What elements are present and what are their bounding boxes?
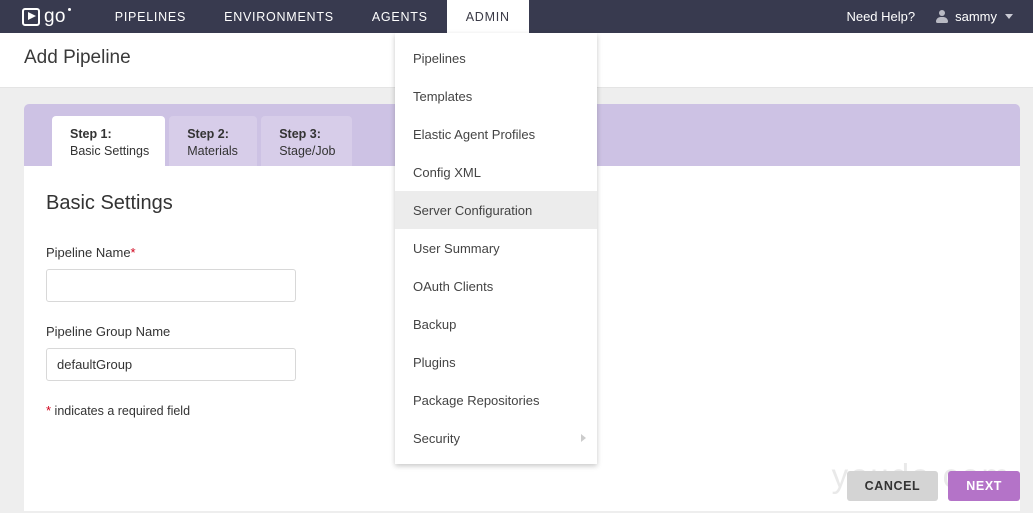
user-menu[interactable]: sammy	[935, 9, 1013, 24]
primary-nav-items: PIPELINES ENVIRONMENTS AGENTS ADMIN	[96, 0, 529, 33]
admin-menu-item-elastic-agent-profiles-label: Elastic Agent Profiles	[413, 126, 536, 142]
page-title: Add Pipeline	[24, 47, 131, 68]
tab-step-2-label: Materials	[187, 143, 238, 158]
pipeline-group-name-input[interactable]	[46, 348, 296, 381]
nav-item-environments[interactable]: ENVIRONMENTS	[205, 0, 353, 33]
nav-item-agents-label: AGENTS	[371, 9, 428, 24]
play-triangle-logo-icon	[22, 7, 40, 26]
chevron-down-icon	[1005, 14, 1013, 19]
admin-menu-item-package-repositories-label: Package Repositories	[413, 392, 540, 408]
admin-menu-item-plugins-label: Plugins	[413, 354, 456, 370]
tab-step-2-number: Step 2:	[187, 127, 229, 141]
admin-menu-item-templates-label: Templates	[413, 88, 473, 104]
tab-step-1-number: Step 1:	[70, 127, 112, 141]
logo-text: go	[44, 5, 71, 27]
admin-menu-item-plugins[interactable]: Plugins	[395, 343, 597, 381]
nav-item-pipelines-label: PIPELINES	[114, 9, 187, 24]
required-note-text: indicates a required field	[51, 404, 191, 418]
admin-menu-item-server-configuration-label: Server Configuration	[413, 202, 533, 218]
admin-menu-item-package-repositories[interactable]: Package Repositories	[395, 381, 597, 419]
admin-dropdown-menu: Pipelines Templates Elastic Agent Profil…	[395, 33, 597, 464]
gocd-logo[interactable]: go	[0, 0, 80, 33]
admin-menu-item-config-xml-label: Config XML	[413, 164, 481, 180]
required-asterisk-icon: *	[130, 245, 136, 260]
nav-right-section: Need Help? sammy	[826, 0, 1033, 33]
admin-menu-item-backup[interactable]: Backup	[395, 305, 597, 343]
tab-step-1-label: Basic Settings	[70, 143, 150, 158]
nav-item-environments-label: ENVIRONMENTS	[224, 9, 334, 24]
cancel-button[interactable]: CANCEL	[846, 471, 939, 501]
admin-menu-item-oauth-clients[interactable]: OAuth Clients	[395, 267, 597, 305]
admin-menu-item-config-xml[interactable]: Config XML	[395, 153, 597, 191]
tab-step-2-materials[interactable]: Step 2: Materials	[169, 116, 258, 166]
nav-item-admin-label: ADMIN	[465, 9, 510, 24]
pipeline-name-input[interactable]	[46, 269, 296, 302]
tab-step-3-label: Stage/Job	[279, 143, 336, 158]
pipeline-name-label-text: Pipeline Name	[46, 245, 131, 260]
top-navigation-bar: go PIPELINES ENVIRONMENTS AGENTS ADMIN N…	[0, 0, 1033, 33]
next-button[interactable]: NEXT	[948, 471, 1020, 501]
admin-menu-item-security[interactable]: Security	[395, 419, 597, 457]
user-avatar-icon	[935, 10, 948, 23]
nav-item-pipelines[interactable]: PIPELINES	[96, 0, 205, 33]
admin-menu-item-backup-label: Backup	[413, 316, 457, 332]
nav-item-admin[interactable]: ADMIN	[446, 0, 529, 33]
tab-step-1-basic-settings[interactable]: Step 1: Basic Settings	[52, 116, 166, 166]
admin-menu-item-elastic-agent-profiles[interactable]: Elastic Agent Profiles	[395, 115, 597, 153]
admin-menu-item-user-summary[interactable]: User Summary	[395, 229, 597, 267]
admin-menu-item-server-configuration[interactable]: Server Configuration	[395, 191, 597, 229]
need-help-link[interactable]: Need Help?	[826, 9, 935, 24]
admin-menu-item-user-summary-label: User Summary	[413, 240, 500, 256]
admin-menu-item-templates[interactable]: Templates	[395, 77, 597, 115]
admin-menu-item-oauth-clients-label: OAuth Clients	[413, 278, 494, 294]
wizard-footer-actions: CANCEL NEXT	[846, 471, 1020, 501]
tab-step-3-stage-job[interactable]: Step 3: Stage/Job	[261, 116, 352, 166]
admin-menu-item-pipelines[interactable]: Pipelines	[395, 39, 597, 77]
admin-menu-item-pipelines-label: Pipelines	[413, 50, 466, 66]
tab-step-3-number: Step 3:	[279, 127, 321, 141]
nav-item-agents[interactable]: AGENTS	[353, 0, 447, 33]
admin-menu-item-security-label: Security	[413, 430, 460, 446]
chevron-right-icon	[581, 434, 586, 442]
user-name-label: sammy	[955, 9, 997, 24]
